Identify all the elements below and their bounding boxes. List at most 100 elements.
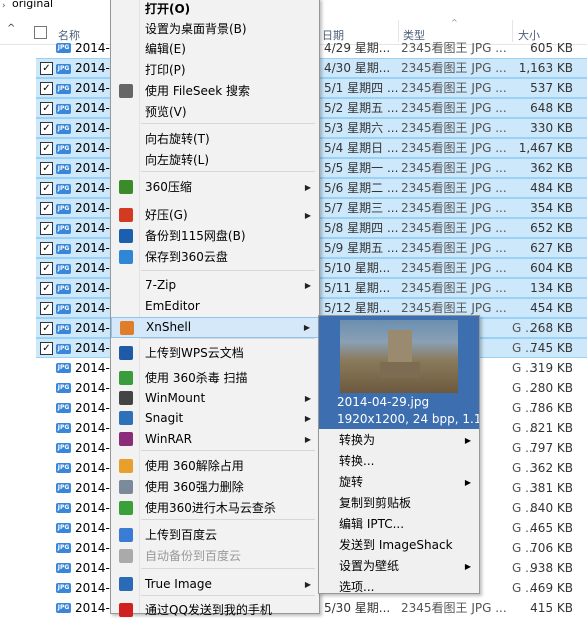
row-checkbox[interactable]: ✓ — [40, 262, 53, 275]
file-size: 1,467 KB — [518, 141, 573, 155]
menu-item[interactable]: 预览(V) — [111, 102, 319, 123]
context-menu: 打开(O) 设置为桌面背景(B) 编辑(E) 打印(P) 使用 FileSeek 搜索预… — [110, 0, 320, 617]
submenu-arrow-icon: ▶ — [304, 183, 311, 192]
file-type: 2345看图王 JPG ... — [401, 261, 507, 275]
cloud-360-icon — [119, 250, 133, 264]
jpg-file-icon: JPG — [56, 463, 71, 473]
file-size: 354 KB — [530, 201, 573, 215]
menu-separator — [141, 270, 315, 271]
menu-item[interactable]: 上传到百度云 — [111, 525, 319, 546]
file-type: 2345看图王 JPG ... — [401, 201, 507, 215]
jpg-file-icon: JPG — [56, 164, 71, 174]
submenu-item[interactable]: 旋转 ▶ — [319, 472, 479, 493]
row-checkbox[interactable]: ✓ — [40, 122, 53, 135]
file-size: 648 KB — [530, 101, 573, 115]
submenu-arrow-icon: ▶ — [304, 414, 311, 423]
menu-item[interactable]: 使用 360杀毒 扫描 — [111, 368, 319, 389]
jpg-file-icon: JPG — [56, 423, 71, 433]
file-size: 786 KB — [530, 401, 573, 415]
menu-item[interactable]: 自动备份到百度云 — [111, 546, 319, 567]
menu-item[interactable]: 上传到WPS云文档 — [111, 343, 319, 364]
row-checkbox[interactable]: ✓ — [40, 202, 53, 215]
menu-item[interactable]: True Image ▶ — [111, 574, 319, 595]
file-size: 134 KB — [530, 281, 573, 295]
menu-item[interactable]: 360压缩 ▶ — [111, 177, 319, 198]
submenu-arrow-icon: ▶ — [303, 323, 310, 332]
submenu-arrow-icon: ▶ — [304, 435, 311, 444]
menu-item[interactable]: WinRAR ▶ — [111, 429, 319, 450]
winrar-icon — [119, 432, 133, 446]
file-date: 5/4 星期日 ... — [324, 141, 399, 155]
row-checkbox[interactable]: ✓ — [40, 302, 53, 315]
menu-item-label: 使用 360杀毒 扫描 — [145, 371, 248, 385]
row-checkbox[interactable]: ✓ — [40, 222, 53, 235]
submenu-item[interactable]: 转换... — [319, 451, 479, 472]
menu-separator — [141, 519, 315, 520]
cloud-115-icon — [119, 229, 133, 243]
submenu-item[interactable]: 选项... — [319, 577, 479, 598]
file-size: 319 KB — [530, 361, 573, 375]
preview-filename: 2014-04-29.jpg — [337, 395, 430, 409]
menu-item-label: 使用 FileSeek 搜索 — [145, 84, 251, 98]
submenu-item[interactable]: 设置为壁纸 ▶ — [319, 556, 479, 577]
submenu-item[interactable]: 编辑 IPTC... — [319, 514, 479, 535]
menu-item[interactable]: 通过QQ发送到我的手机 — [111, 600, 319, 621]
menu-item[interactable]: WinMount ▶ — [111, 388, 319, 409]
image-preview: 2014-04-29.jpg 1920x1200, 24 bpp, 1.14 — [319, 316, 479, 429]
file-size: 381 KB — [530, 481, 573, 495]
menu-item[interactable]: 使用360进行木马云查杀 — [111, 498, 319, 519]
menu-item[interactable]: Snagit ▶ — [111, 408, 319, 429]
trueimage-icon — [119, 577, 133, 591]
menu-item[interactable]: 使用 FileSeek 搜索 — [111, 81, 319, 102]
submenu-item[interactable]: 转换为 ▶ — [319, 430, 479, 451]
row-checkbox[interactable]: ✓ — [40, 142, 53, 155]
row-checkbox[interactable]: ✓ — [40, 242, 53, 255]
menu-item[interactable]: 使用 360解除占用 — [111, 456, 319, 477]
menu-item[interactable]: 向左旋转(L) — [111, 150, 319, 171]
menu-item[interactable]: 使用 360强力删除 — [111, 477, 319, 498]
menu-item[interactable]: 打印(P) — [111, 60, 319, 81]
row-checkbox[interactable]: ✓ — [40, 102, 53, 115]
menu-item[interactable]: 备份到115网盘(B) — [111, 226, 319, 247]
preview-info: 1920x1200, 24 bpp, 1.14 — [337, 412, 479, 426]
file-type: 2345看图王 JPG ... — [401, 601, 507, 615]
row-checkbox[interactable]: ✓ — [40, 82, 53, 95]
jpg-file-icon: JPG — [56, 284, 71, 294]
baidu-cloud-icon — [119, 528, 133, 542]
menu-item[interactable]: 向右旋转(T) — [111, 129, 319, 150]
menu-item[interactable]: 保存到360云盘 — [111, 247, 319, 268]
compress-icon — [119, 180, 133, 194]
submenu-arrow-icon: ▶ — [304, 211, 311, 220]
file-type: 2345看图王 JPG ... — [401, 121, 507, 135]
submenu-item[interactable]: 发送到 ImageShack — [319, 535, 479, 556]
breadcrumb-path[interactable]: original — [12, 0, 53, 10]
menu-item[interactable]: EmEditor — [111, 296, 319, 317]
menu-item[interactable]: 好压(G) ▶ — [111, 205, 319, 226]
menu-separator — [141, 568, 315, 569]
file-size: 268 KB — [530, 321, 573, 335]
submenu-item[interactable]: 复制到剪贴板 — [319, 493, 479, 514]
menu-item[interactable]: 设置为桌面背景(B) — [111, 19, 319, 40]
submenu-item-label: 编辑 IPTC... — [339, 517, 405, 531]
row-checkbox[interactable]: ✓ — [40, 282, 53, 295]
menu-item[interactable]: 编辑(E) — [111, 39, 319, 60]
row-checkbox[interactable]: ✓ — [40, 182, 53, 195]
row-checkbox[interactable]: ✓ — [40, 162, 53, 175]
submenu-arrow-icon: ▶ — [464, 436, 471, 445]
row-checkbox[interactable]: ✓ — [40, 322, 53, 335]
menu-item-label: 自动备份到百度云 — [145, 549, 242, 563]
menu-item[interactable]: 打开(O) — [111, 0, 319, 20]
collapse-up-icon[interactable]: ^ — [7, 23, 15, 34]
submenu-item-label: 转换为 — [339, 433, 376, 447]
menu-item-label: 打开(O) — [145, 2, 191, 16]
file-size: 415 KB — [530, 601, 573, 615]
file-date: 5/9 星期五 ... — [324, 241, 399, 255]
submenu-item-label: 设置为壁纸 — [339, 559, 400, 573]
row-checkbox[interactable]: ✓ — [40, 342, 53, 355]
row-checkbox[interactable]: ✓ — [40, 62, 53, 75]
menu-item[interactable]: XnShell ▶ — [111, 317, 319, 338]
shield-icon — [119, 371, 133, 385]
file-date: 5/5 星期一 ... — [324, 161, 399, 175]
menu-item[interactable]: 7-Zip ▶ — [111, 275, 319, 296]
jpg-file-icon: JPG — [56, 483, 71, 493]
